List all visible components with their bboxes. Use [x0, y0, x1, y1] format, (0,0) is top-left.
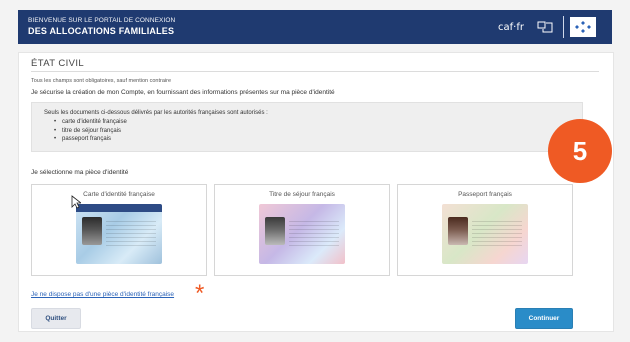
residence-permit-text-lines	[289, 218, 339, 246]
select-id-label: Je sélectionne ma pièce d'identité	[31, 169, 129, 176]
id-card-option[interactable]: Carte d'identité française	[31, 184, 207, 276]
highlight-asterisk: *	[195, 280, 205, 307]
id-card-photo	[82, 217, 102, 245]
section-title: ÉTAT CIVIL	[31, 58, 85, 69]
id-card-text-lines	[106, 218, 156, 246]
header-divider	[563, 16, 564, 38]
list-item: titre de séjour français	[54, 127, 127, 136]
mandatory-note: Tous les champs sont obligatoires, sauf …	[31, 78, 172, 84]
top-header: BIENVENUE SUR LE PORTAIL DE CONNEXION DE…	[18, 10, 612, 44]
allowed-documents-list: carte d'identité française titre de séjo…	[54, 118, 127, 144]
residence-permit-label: Titre de séjour français	[269, 191, 335, 198]
residence-permit-image	[259, 204, 345, 264]
header-title: DES ALLOCATIONS FAMILIALES	[28, 26, 175, 36]
caf-logo-text[interactable]: caf·fr	[498, 22, 524, 33]
identity-form-card: ÉTAT CIVIL Tous les champs sont obligato…	[18, 52, 614, 332]
allowed-documents-box: Seuls les documents ci-dessous délivrés …	[31, 102, 583, 152]
accessibility-icon[interactable]	[536, 20, 554, 34]
passport-option[interactable]: Passeport français	[397, 184, 573, 276]
section-divider	[31, 71, 599, 72]
id-card-band	[76, 204, 162, 212]
page-background: BIENVENUE SUR LE PORTAIL DE CONNEXION DE…	[0, 0, 630, 342]
header-welcome: BIENVENUE SUR LE PORTAIL DE CONNEXION	[28, 17, 176, 24]
republique-francaise-logo	[570, 17, 596, 37]
passport-photo	[448, 217, 468, 245]
continue-button[interactable]: Continuer	[515, 308, 573, 329]
mouse-cursor-icon	[71, 195, 83, 209]
passport-image	[442, 204, 528, 264]
residence-permit-photo	[265, 217, 285, 245]
id-card-image	[76, 204, 162, 264]
no-french-id-link[interactable]: Je ne dispose pas d'une pièce d'identité…	[31, 291, 174, 298]
step-badge: 5	[548, 119, 612, 183]
passport-text-lines	[472, 218, 522, 246]
list-item: passeport français	[54, 135, 127, 144]
intro-text: Je sécurise la création de mon Compte, e…	[31, 89, 335, 96]
id-card-label: Carte d'identité française	[83, 191, 155, 198]
list-item: carte d'identité française	[54, 118, 127, 127]
residence-permit-option[interactable]: Titre de séjour français	[214, 184, 390, 276]
allowed-documents-lead: Seuls les documents ci-dessous délivrés …	[44, 110, 268, 116]
passport-label: Passeport français	[458, 191, 512, 198]
quit-button[interactable]: Quitter	[31, 308, 81, 329]
